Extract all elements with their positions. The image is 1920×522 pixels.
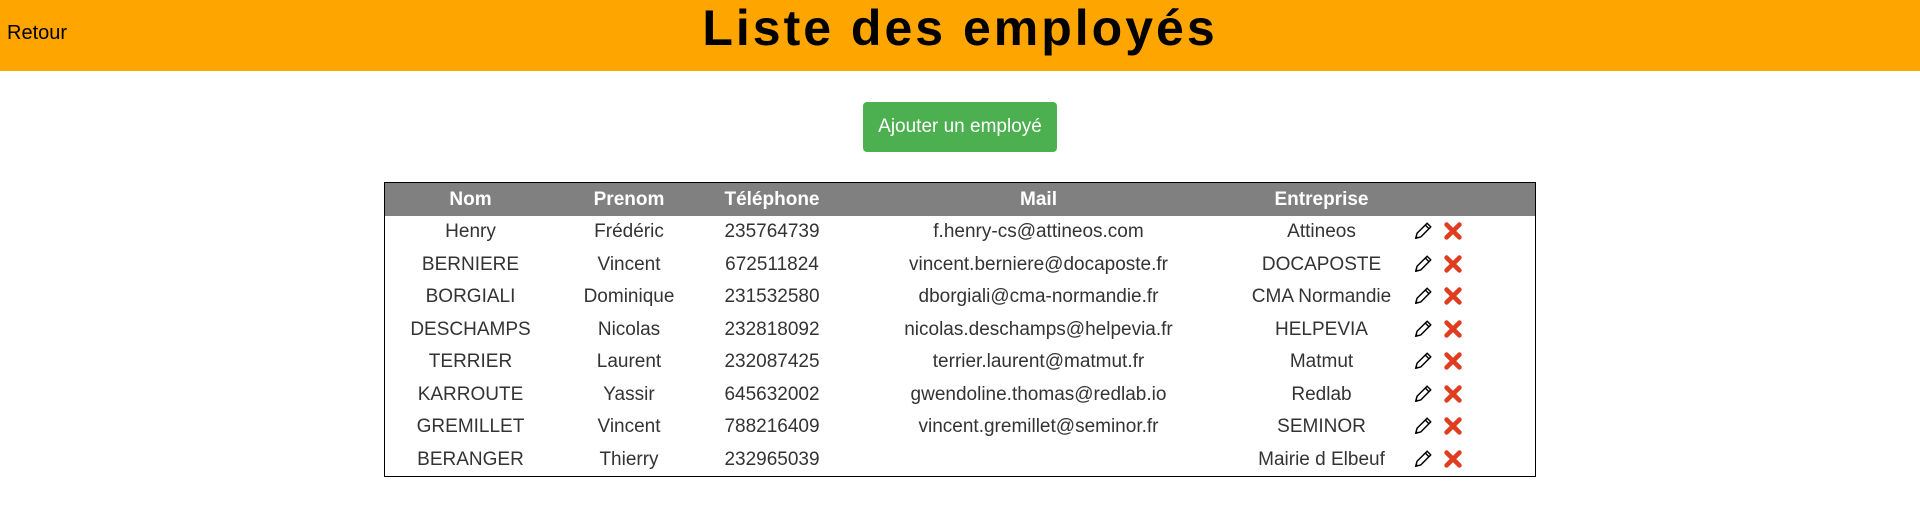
delete-x-icon[interactable] bbox=[1442, 383, 1464, 407]
add-button-container: Ajouter un employé bbox=[0, 102, 1920, 152]
cell-telephone: 232965039 bbox=[724, 448, 820, 470]
delete-x-icon[interactable] bbox=[1442, 415, 1464, 439]
delete-x-icon[interactable] bbox=[1442, 318, 1464, 342]
cell-nom: Henry bbox=[445, 221, 496, 243]
employees-table-container: Nom Prenom Téléphone Mail Entreprise Hen… bbox=[384, 182, 1536, 477]
cell-actions bbox=[1408, 411, 1535, 444]
cell-mail: f.henry-cs@attineos.com bbox=[933, 221, 1144, 243]
cell-mail: vincent.gremillet@seminor.fr bbox=[918, 416, 1159, 438]
cell-entreprise: HELPEVIA bbox=[1275, 318, 1368, 340]
cell-prenom: Laurent bbox=[596, 351, 662, 373]
cell-actions bbox=[1408, 314, 1535, 347]
cell-nom: GREMILLET bbox=[416, 416, 525, 438]
cell-prenom: Nicolas bbox=[597, 318, 661, 340]
column-header-prenom: Prenom bbox=[556, 183, 702, 216]
cell-telephone: 235764739 bbox=[724, 221, 820, 243]
pencil-icon[interactable] bbox=[1412, 415, 1434, 439]
cell-actions bbox=[1408, 444, 1535, 477]
cell-telephone: 232818092 bbox=[724, 318, 820, 340]
column-header-mail: Mail bbox=[842, 183, 1235, 216]
column-header-actions bbox=[1408, 183, 1535, 216]
table-row: DESCHAMPS Nicolas 232818092 nicolas.descham… bbox=[385, 314, 1535, 347]
delete-x-icon[interactable] bbox=[1442, 285, 1464, 309]
cell-prenom: Vincent bbox=[597, 416, 661, 438]
cell-mail: dborgiali@cma-normandie.fr bbox=[918, 286, 1159, 308]
pencil-icon[interactable] bbox=[1412, 448, 1434, 472]
cell-actions bbox=[1408, 216, 1535, 249]
cell-entreprise: Redlab bbox=[1291, 383, 1352, 405]
cell-prenom: Dominique bbox=[583, 286, 675, 308]
cell-telephone: 672511824 bbox=[725, 253, 819, 275]
cell-actions bbox=[1408, 249, 1535, 282]
cell-telephone: 645632002 bbox=[724, 383, 820, 405]
pencil-icon[interactable] bbox=[1412, 318, 1434, 342]
cell-telephone: 788216409 bbox=[724, 416, 820, 438]
delete-x-icon[interactable] bbox=[1442, 350, 1464, 374]
table-row: Henry Frédéric 235764739 f.henry-cs@attineo… bbox=[385, 216, 1535, 249]
page-header: Retour Liste des employés bbox=[0, 0, 1920, 71]
cell-actions bbox=[1408, 379, 1535, 412]
cell-mail: vincent.berniere@docaposte.fr bbox=[908, 253, 1169, 275]
cell-prenom: Frédéric bbox=[594, 221, 664, 243]
table-row: GREMILLET Vincent 788216409 vincent.gremill… bbox=[385, 411, 1535, 444]
cell-entreprise: CMA Normandie bbox=[1251, 286, 1392, 308]
table-row: KARROUTE Yassir 645632002 gwendoline.thomas… bbox=[385, 379, 1535, 412]
cell-nom: DESCHAMPS bbox=[410, 318, 531, 340]
column-header-entreprise: Entreprise bbox=[1235, 183, 1408, 216]
cell-entreprise: Mairie d Elbeuf bbox=[1258, 448, 1385, 470]
column-header-nom: Nom bbox=[385, 183, 556, 216]
cell-mail: gwendoline.thomas@redlab.io bbox=[910, 383, 1167, 405]
cell-prenom: Vincent bbox=[597, 253, 661, 275]
delete-x-icon[interactable] bbox=[1442, 220, 1464, 244]
pencil-icon[interactable] bbox=[1412, 220, 1434, 244]
cell-prenom: Yassir bbox=[603, 383, 655, 405]
pencil-icon[interactable] bbox=[1412, 285, 1434, 309]
employees-table: Nom Prenom Téléphone Mail Entreprise Hen… bbox=[385, 183, 1535, 476]
cell-nom: KARROUTE bbox=[417, 383, 524, 405]
cell-mail: terrier.laurent@matmut.fr bbox=[932, 351, 1145, 373]
cell-entreprise: SEMINOR bbox=[1277, 416, 1366, 438]
table-row: BERANGER Thierry 232965039 Mairie d Elbeuf bbox=[385, 444, 1535, 477]
cell-entreprise: DOCAPOSTE bbox=[1261, 253, 1382, 275]
cell-mail: nicolas.deschamps@helpevia.fr bbox=[904, 318, 1173, 340]
cell-mail bbox=[842, 444, 1235, 477]
cell-telephone: 231532580 bbox=[724, 286, 820, 308]
cell-nom: BERNIERE bbox=[421, 253, 520, 275]
table-row: TERRIER Laurent 232087425 terrier.laurent@m… bbox=[385, 346, 1535, 379]
cell-nom: BORGIALI bbox=[425, 286, 516, 308]
table-row: BORGIALI Dominique 231532580 dborgiali@cma-… bbox=[385, 281, 1535, 314]
page-title: Liste des employés bbox=[702, 0, 1218, 56]
table-body: Henry Frédéric 235764739 f.henry-cs@attineo… bbox=[385, 216, 1535, 476]
delete-x-icon[interactable] bbox=[1442, 448, 1464, 472]
cell-entreprise: Matmut bbox=[1289, 351, 1354, 373]
cell-nom: TERRIER bbox=[428, 351, 513, 373]
pencil-icon[interactable] bbox=[1412, 253, 1434, 277]
cell-actions bbox=[1408, 346, 1535, 379]
pencil-icon[interactable] bbox=[1412, 383, 1434, 407]
pencil-icon[interactable] bbox=[1412, 350, 1434, 374]
cell-telephone: 232087425 bbox=[724, 351, 820, 373]
cell-actions bbox=[1408, 281, 1535, 314]
table-row: BERNIERE Vincent 672511824 vincent.berniere… bbox=[385, 249, 1535, 282]
cell-prenom: Thierry bbox=[599, 448, 659, 470]
delete-x-icon[interactable] bbox=[1442, 253, 1464, 277]
table-header-row: Nom Prenom Téléphone Mail Entreprise bbox=[385, 183, 1535, 216]
add-employee-button[interactable]: Ajouter un employé bbox=[863, 102, 1057, 152]
column-header-telephone: Téléphone bbox=[702, 183, 842, 216]
cell-nom: BERANGER bbox=[417, 448, 524, 470]
cell-entreprise: Attineos bbox=[1287, 221, 1356, 243]
